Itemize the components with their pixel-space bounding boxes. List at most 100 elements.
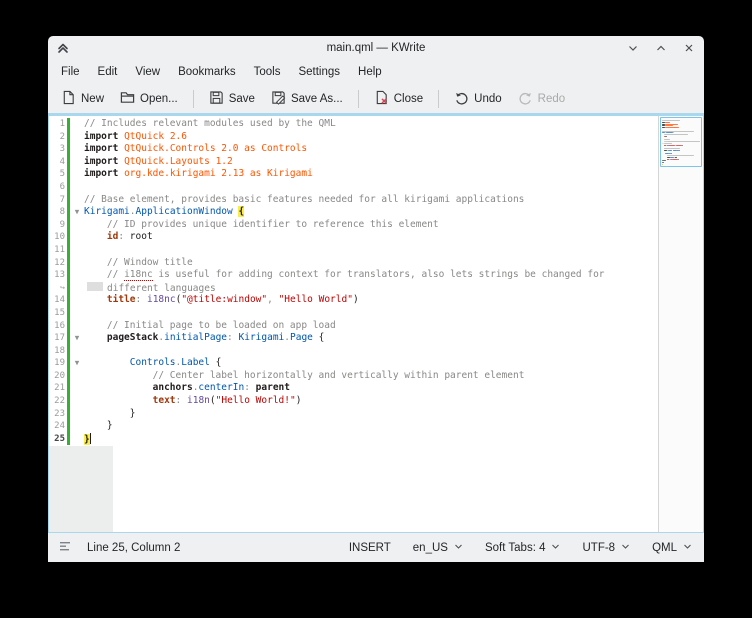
chevron-down-icon [551, 542, 560, 554]
code-line[interactable]: 8▼Kirigami.ApplicationWindow { [49, 206, 658, 219]
toolbar-button-label: Open... [140, 93, 178, 105]
menu-help[interactable]: Help [349, 63, 391, 81]
menu-view[interactable]: View [126, 63, 169, 81]
fold-column [70, 244, 84, 257]
wrap-arrow-icon: ↪ [49, 282, 67, 295]
maximize-button[interactable] [654, 41, 668, 55]
code-line[interactable]: 13 // i18nc is useful for adding context… [49, 269, 658, 282]
line-number: 22 [49, 395, 67, 408]
code-line[interactable]: 20 // Center label horizontally and vert… [49, 370, 658, 383]
code-line[interactable]: 22 text: i18n("Hello World!") [49, 395, 658, 408]
code-line[interactable]: 15 [49, 307, 658, 320]
titlebar[interactable]: main.qml — KWrite [48, 36, 704, 60]
toolbar-button-label: Undo [474, 93, 502, 105]
code-line[interactable]: 25} [49, 433, 658, 446]
open-button[interactable]: Open... [113, 86, 185, 112]
saveas-button[interactable]: Save As... [264, 86, 350, 112]
fold-marker-icon[interactable]: ▼ [70, 357, 84, 370]
menu-tools[interactable]: Tools [245, 63, 290, 81]
cursor-position[interactable]: Line 25, Column 2 [87, 542, 180, 554]
minimap-line [682, 145, 683, 146]
fold-column [70, 420, 84, 433]
code-line[interactable]: 24 } [49, 420, 658, 433]
code-text: // Includes relevant modules used by the… [84, 118, 658, 131]
code-line[interactable]: 5import org.kde.kirigami 2.13 as Kirigam… [49, 168, 658, 181]
code-line[interactable]: 19▼ Controls.Label { [49, 357, 658, 370]
code-line[interactable]: 1// Includes relevant modules used by th… [49, 118, 658, 131]
code-line[interactable]: 12 // Window title [49, 257, 658, 270]
close-button[interactable]: Close [367, 86, 430, 112]
code-area[interactable]: 1// Includes relevant modules used by th… [49, 116, 658, 532]
undo-button[interactable]: Undo [447, 86, 509, 112]
close-button[interactable] [682, 41, 696, 55]
fold-column [70, 156, 84, 169]
line-number: 17 [49, 332, 67, 345]
menu-edit[interactable]: Edit [89, 63, 127, 81]
code-line[interactable]: 21 anchors.centerIn: parent [49, 382, 658, 395]
code-text: } [84, 408, 658, 421]
line-number: 7 [49, 194, 67, 207]
minimap-line [667, 155, 694, 156]
code-line[interactable]: 3import QtQuick.Controls 2.0 as Controls [49, 143, 658, 156]
fold-column [70, 269, 84, 282]
fold-marker-icon[interactable]: ▼ [70, 206, 84, 219]
minimap-line [662, 120, 680, 121]
code-line[interactable]: 17▼ pageStack.initialPage: Kirigami.Page… [49, 332, 658, 345]
toolbar-separator [438, 90, 439, 108]
toolbar-button-label: New [81, 93, 104, 105]
code-line[interactable]: 16 // Initial page to be loaded on app l… [49, 320, 658, 333]
chevron-down-icon [683, 542, 692, 554]
code-line-wrap[interactable]: ↪different languages [49, 282, 658, 295]
minimap-line [665, 122, 670, 123]
menu-settings[interactable]: Settings [289, 63, 349, 81]
code-line[interactable]: 14 title: i18nc("@title:window", "Hello … [49, 294, 658, 307]
menu-file[interactable]: File [52, 63, 89, 81]
fold-column [70, 433, 84, 446]
minimap-line [664, 134, 688, 135]
new-button[interactable]: New [54, 86, 111, 112]
toolbar-button-label: Redo [538, 93, 566, 105]
fold-column [70, 118, 84, 131]
code-line[interactable]: 11 [49, 244, 658, 257]
line-number: 8 [49, 206, 67, 219]
code-line[interactable]: 18 [49, 345, 658, 358]
statusbar: Line 25, Column 2 INSERT en_US Soft Tabs… [48, 533, 704, 562]
open-folder-icon [120, 90, 135, 108]
encoding-select[interactable]: UTF-8 [582, 542, 630, 554]
code-line[interactable]: 9 // ID provides unique identifier to re… [49, 219, 658, 232]
save-as-icon [271, 90, 286, 108]
tab-mode-select[interactable]: Soft Tabs: 4 [485, 542, 561, 554]
editor-view[interactable]: 1// Includes relevant modules used by th… [48, 116, 704, 533]
fold-column [70, 294, 84, 307]
fold-column [70, 408, 84, 421]
code-text [84, 181, 658, 194]
code-text: // Initial page to be loaded on app load [84, 320, 658, 333]
insert-mode-button[interactable]: INSERT [349, 542, 391, 554]
undo-icon [454, 90, 469, 108]
save-button[interactable]: Save [202, 86, 262, 112]
code-text: import QtQuick.Layouts 1.2 [84, 156, 658, 169]
code-line[interactable]: 10 id: root [49, 231, 658, 244]
syntax-mode-select[interactable]: QML [652, 542, 692, 554]
minimap-line [664, 148, 681, 149]
code-line[interactable]: 7// Base element, provides basic feature… [49, 194, 658, 207]
word-count-icon[interactable] [60, 541, 73, 555]
minimap-scrollbar[interactable] [658, 116, 703, 532]
code-line[interactable]: 23 } [49, 408, 658, 421]
fold-column [70, 345, 84, 358]
save-icon [209, 90, 224, 108]
menu-bookmarks[interactable]: Bookmarks [169, 63, 245, 81]
line-number: 18 [49, 345, 67, 358]
line-number: 9 [49, 219, 67, 232]
line-number: 12 [49, 257, 67, 270]
line-number: 13 [49, 269, 67, 282]
minimize-button[interactable] [626, 41, 640, 55]
code-line[interactable]: 6 [49, 181, 658, 194]
code-text: import QtQuick.Controls 2.0 as Controls [84, 143, 658, 156]
redo-button: Redo [511, 86, 573, 112]
fold-marker-icon[interactable]: ▼ [70, 332, 84, 345]
code-line[interactable]: 4import QtQuick.Layouts 1.2 [49, 156, 658, 169]
line-number: 20 [49, 370, 67, 383]
dictionary-select[interactable]: en_US [413, 542, 463, 554]
code-line[interactable]: 2import QtQuick 2.6 [49, 131, 658, 144]
